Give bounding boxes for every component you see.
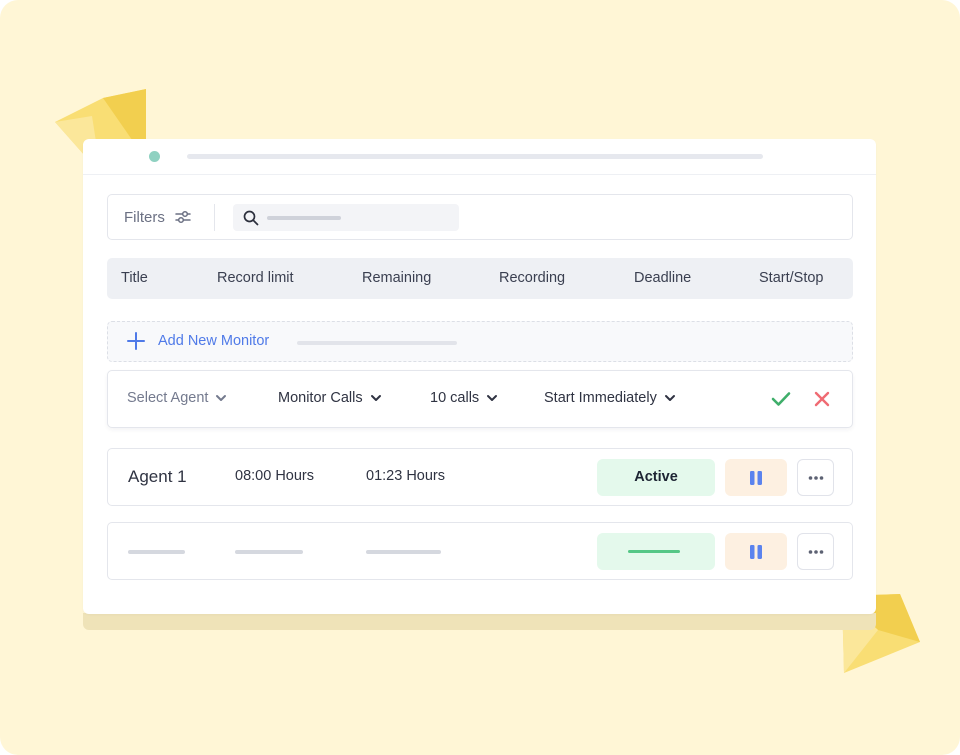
table-row-placeholder: [107, 522, 853, 580]
chevron-down-icon: [216, 395, 227, 401]
title-placeholder-line: [128, 550, 185, 554]
start-time-label: Start Immediately: [544, 390, 657, 406]
start-time-dropdown[interactable]: Start Immediately: [544, 390, 676, 406]
sliders-icon: [175, 210, 191, 224]
pause-button[interactable]: [725, 533, 787, 570]
add-monitor-label: Add New Monitor: [158, 333, 270, 349]
filters-label: Filters: [124, 208, 165, 226]
row-remaining: 01:23 Hours: [366, 468, 445, 484]
more-options-button[interactable]: [797, 459, 834, 496]
app-window: Filters Title Record limit Remaining Rec…: [83, 139, 876, 614]
more-horizontal-icon: [808, 549, 823, 554]
search-icon: [243, 210, 259, 225]
column-recording: Recording: [499, 270, 566, 286]
plus-icon: [127, 332, 145, 350]
window-titlebar: [83, 139, 876, 175]
new-monitor-editor: Select Agent Monitor Calls 10 calls Star…: [107, 370, 853, 428]
monitor-type-label: Monitor Calls: [278, 390, 363, 406]
search-input[interactable]: [233, 204, 459, 231]
column-remaining: Remaining: [362, 270, 432, 286]
column-deadline: Deadline: [634, 270, 692, 286]
pause-icon: [750, 544, 762, 559]
add-monitor-placeholder-line: [297, 341, 457, 345]
column-title: Title: [121, 270, 148, 286]
column-record-limit: Record limit: [217, 270, 294, 286]
remaining-placeholder-line: [366, 550, 441, 554]
chevron-down-icon: [370, 395, 381, 401]
call-limit-dropdown[interactable]: 10 calls: [430, 390, 498, 406]
filters-button[interactable]: Filters: [124, 195, 191, 239]
pause-icon: [750, 470, 762, 485]
pause-button[interactable]: [725, 459, 787, 496]
status-badge: Active: [597, 459, 715, 496]
filter-divider: [214, 204, 215, 231]
table-row: Agent 1 08:00 Hours 01:23 Hours Active: [107, 448, 853, 506]
add-new-monitor-button[interactable]: Add New Monitor: [107, 321, 853, 362]
column-start-stop: Start/Stop: [759, 270, 824, 286]
chevron-down-icon: [664, 395, 675, 401]
row-record-limit: 08:00 Hours: [235, 468, 314, 484]
filter-bar: Filters: [107, 194, 853, 240]
record-limit-placeholder-line: [235, 550, 303, 554]
call-limit-label: 10 calls: [430, 390, 480, 406]
monitor-type-dropdown[interactable]: Monitor Calls: [278, 390, 382, 406]
select-agent-label: Select Agent: [127, 390, 209, 406]
status-badge-placeholder: [597, 533, 715, 570]
chevron-down-icon: [487, 395, 498, 401]
status-placeholder-line: [628, 550, 680, 553]
address-bar-placeholder: [187, 154, 763, 159]
row-title: Agent 1: [128, 467, 187, 486]
search-placeholder-line: [267, 215, 341, 220]
check-icon[interactable]: [770, 390, 792, 408]
select-agent-dropdown[interactable]: Select Agent: [127, 390, 227, 406]
window-dot: [149, 151, 160, 162]
window-shadow: [83, 613, 876, 630]
close-icon[interactable]: [813, 390, 831, 408]
more-options-button[interactable]: [797, 533, 834, 570]
table-header: Title Record limit Remaining Recording D…: [107, 258, 853, 299]
more-horizontal-icon: [808, 475, 823, 480]
